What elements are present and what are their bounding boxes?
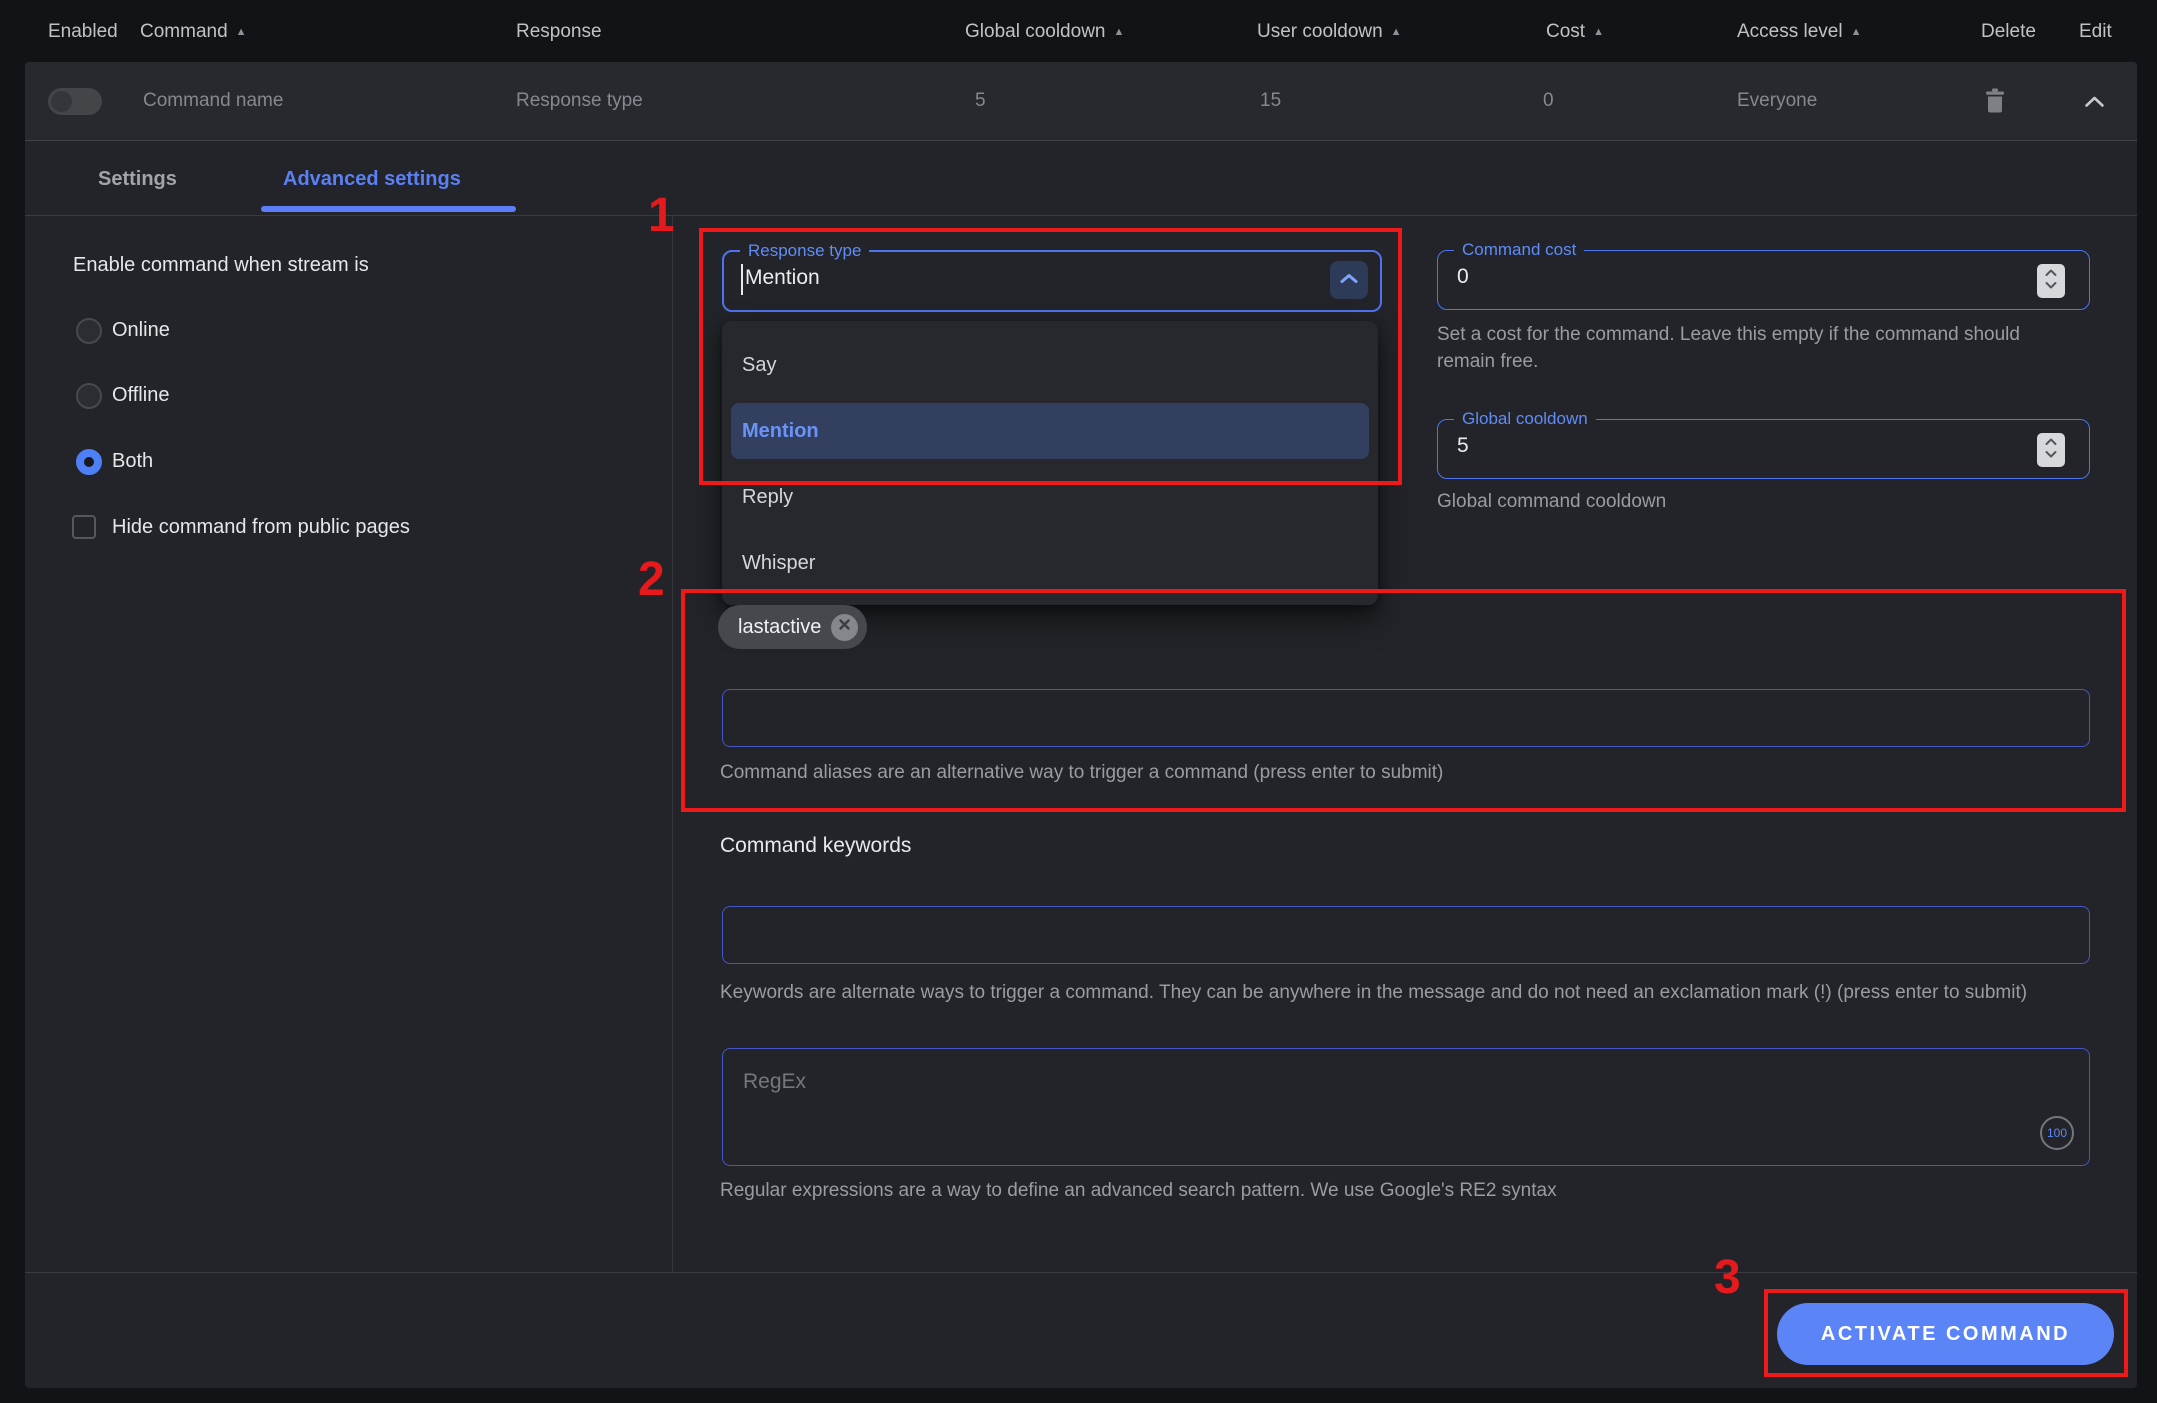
- column-header-global-cooldown[interactable]: Global cooldown▲: [965, 21, 1124, 43]
- row-divider: [25, 140, 2137, 141]
- regex-textarea[interactable]: RegEx: [722, 1048, 2090, 1166]
- chevron-up-icon: [2084, 95, 2105, 112]
- number-stepper[interactable]: [2037, 433, 2065, 467]
- command-cost-input[interactable]: Command cost 0: [1437, 250, 2090, 310]
- column-header-cost[interactable]: Cost▲: [1546, 21, 1604, 43]
- keywords-help: Keywords are alternate ways to trigger a…: [720, 980, 2027, 1007]
- response-type-value: Mention: [745, 266, 820, 290]
- sort-asc-icon: ▲: [236, 26, 247, 38]
- column-header-access-level[interactable]: Access level▲: [1737, 21, 1862, 43]
- column-header-edit: Edit: [2079, 21, 2112, 43]
- column-header-enabled: Enabled: [48, 21, 118, 43]
- row-access-level: Everyone: [1737, 90, 1817, 112]
- sort-asc-icon: ▲: [1391, 26, 1402, 38]
- column-header-user-cooldown[interactable]: User cooldown▲: [1257, 21, 1402, 43]
- active-tab-underline: [261, 206, 516, 212]
- radio-both-label: Both: [112, 450, 153, 473]
- global-cooldown-input[interactable]: Global cooldown 5: [1437, 419, 2090, 479]
- global-cooldown-label: Global cooldown: [1454, 409, 1596, 429]
- command-editor-page: Enabled Command▲ Response Global cooldow…: [0, 0, 2157, 1403]
- hide-command-checkbox[interactable]: [72, 515, 96, 539]
- sort-asc-icon: ▲: [1851, 26, 1862, 38]
- keywords-title: Command keywords: [720, 834, 911, 858]
- alias-chip: lastactive: [718, 605, 867, 649]
- keywords-input[interactable]: [722, 906, 2090, 964]
- enabled-toggle[interactable]: [48, 88, 102, 115]
- command-cost-label: Command cost: [1454, 240, 1584, 260]
- footer-divider: [25, 1272, 2137, 1273]
- alias-chip-label: lastactive: [738, 616, 821, 639]
- collapse-row-button[interactable]: [2084, 95, 2105, 113]
- sort-asc-icon: ▲: [1113, 26, 1124, 38]
- tabs-divider: [25, 215, 2137, 216]
- tab-advanced-settings[interactable]: Advanced settings: [283, 168, 461, 191]
- command-cost-value: 0: [1457, 265, 1469, 289]
- toggle-knob: [51, 91, 72, 112]
- global-cooldown-help: Global command cooldown: [1437, 489, 1666, 516]
- row-response-type: Response type: [516, 90, 643, 112]
- hide-command-label: Hide command from public pages: [112, 516, 410, 539]
- response-type-select[interactable]: Response type Mention: [722, 250, 1382, 312]
- stepper-arrows-icon: [2044, 267, 2058, 296]
- alias-input[interactable]: [722, 689, 2090, 747]
- chevron-up-icon: [1340, 271, 1358, 289]
- regex-help: Regular expressions are a way to define …: [720, 1178, 1557, 1205]
- radio-offline-label: Offline: [112, 384, 169, 407]
- column-header-command[interactable]: Command▲: [140, 21, 247, 43]
- alias-help: Command aliases are an alternative way t…: [720, 760, 1443, 787]
- remove-alias-button[interactable]: [831, 614, 858, 641]
- option-reply[interactable]: Reply: [722, 469, 1378, 525]
- select-collapse-button[interactable]: [1330, 261, 1368, 299]
- column-header-delete: Delete: [1981, 21, 2036, 43]
- option-say[interactable]: Say: [722, 337, 1378, 393]
- radio-online-label: Online: [112, 319, 170, 342]
- regex-placeholder: RegEx: [743, 1070, 806, 1094]
- command-row: [25, 62, 2137, 140]
- radio-both[interactable]: [76, 449, 102, 475]
- regex-char-counter: 100: [2040, 1116, 2074, 1150]
- response-type-label: Response type: [740, 241, 869, 261]
- option-mention[interactable]: Mention: [731, 403, 1369, 459]
- global-cooldown-value: 5: [1457, 434, 1469, 458]
- text-cursor: [741, 264, 743, 295]
- row-global-cooldown: 5: [975, 90, 986, 112]
- tab-settings[interactable]: Settings: [98, 168, 177, 191]
- radio-online[interactable]: [76, 318, 102, 344]
- sort-asc-icon: ▲: [1593, 26, 1604, 38]
- trash-icon: [1985, 100, 2005, 117]
- row-command-name: Command name: [143, 90, 283, 112]
- stream-state-label: Enable command when stream is: [73, 254, 369, 277]
- row-user-cooldown: 15: [1260, 90, 1281, 112]
- column-header-response: Response: [516, 21, 602, 43]
- column-divider: [672, 216, 673, 1272]
- command-cost-help: Set a cost for the command. Leave this e…: [1437, 322, 2077, 376]
- delete-button[interactable]: [1985, 88, 2005, 118]
- response-type-dropdown: Say Mention Reply Whisper: [722, 321, 1378, 605]
- radio-offline[interactable]: [76, 383, 102, 409]
- close-icon: [838, 618, 851, 636]
- activate-command-button[interactable]: ACTIVATE COMMAND: [1777, 1303, 2114, 1365]
- row-cost: 0: [1543, 90, 1554, 112]
- stepper-arrows-icon: [2044, 436, 2058, 465]
- option-whisper[interactable]: Whisper: [722, 535, 1378, 591]
- number-stepper[interactable]: [2037, 264, 2065, 298]
